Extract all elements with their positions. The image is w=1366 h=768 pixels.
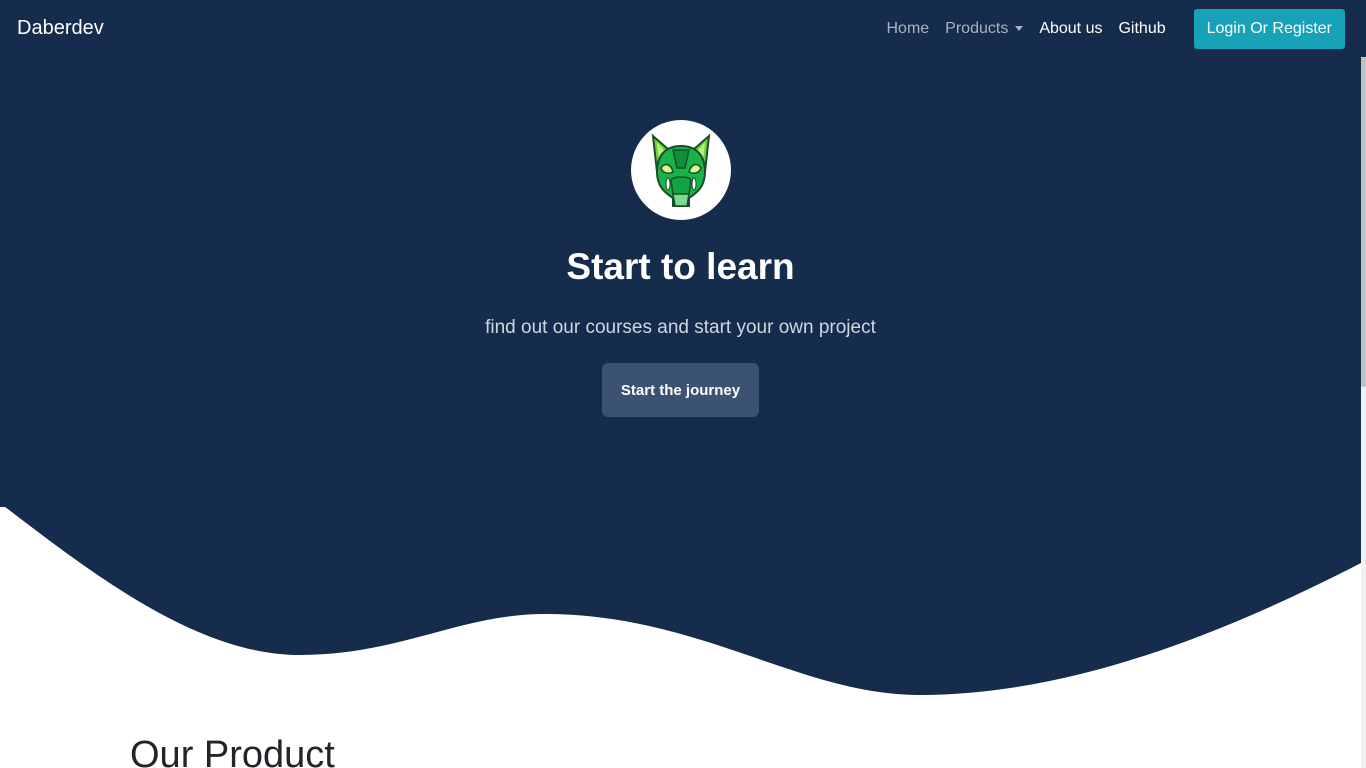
logo-avatar [631,120,731,220]
nav-products-dropdown[interactable]: Products [945,19,1024,38]
nav-github[interactable]: Github [1118,20,1165,38]
page-scrollbar[interactable] [1361,57,1366,768]
start-journey-button[interactable]: Start the journey [602,363,759,417]
nav-home[interactable]: Home [886,20,929,38]
section-title: Our Product [130,734,335,768]
login-register-button[interactable]: Login Or Register [1193,8,1345,49]
hero-title: Start to learn [566,246,795,287]
scrollbar-thumb[interactable] [1361,57,1366,387]
caret-down-icon [1015,26,1024,31]
hero-wave [0,500,1361,695]
cat-head-logo-icon [651,133,711,207]
hero-subtitle: find out our courses and start your own … [485,317,876,338]
page: Daberdev Home Products About us Github L… [0,0,1366,768]
nav-products-label: Products [945,19,1009,37]
nav-links: Home Products About us Github Login Or R… [870,8,1345,49]
brand-link[interactable]: Daberdev [17,17,104,40]
navbar: Daberdev Home Products About us Github L… [0,0,1366,57]
nav-about[interactable]: About us [1039,20,1102,38]
